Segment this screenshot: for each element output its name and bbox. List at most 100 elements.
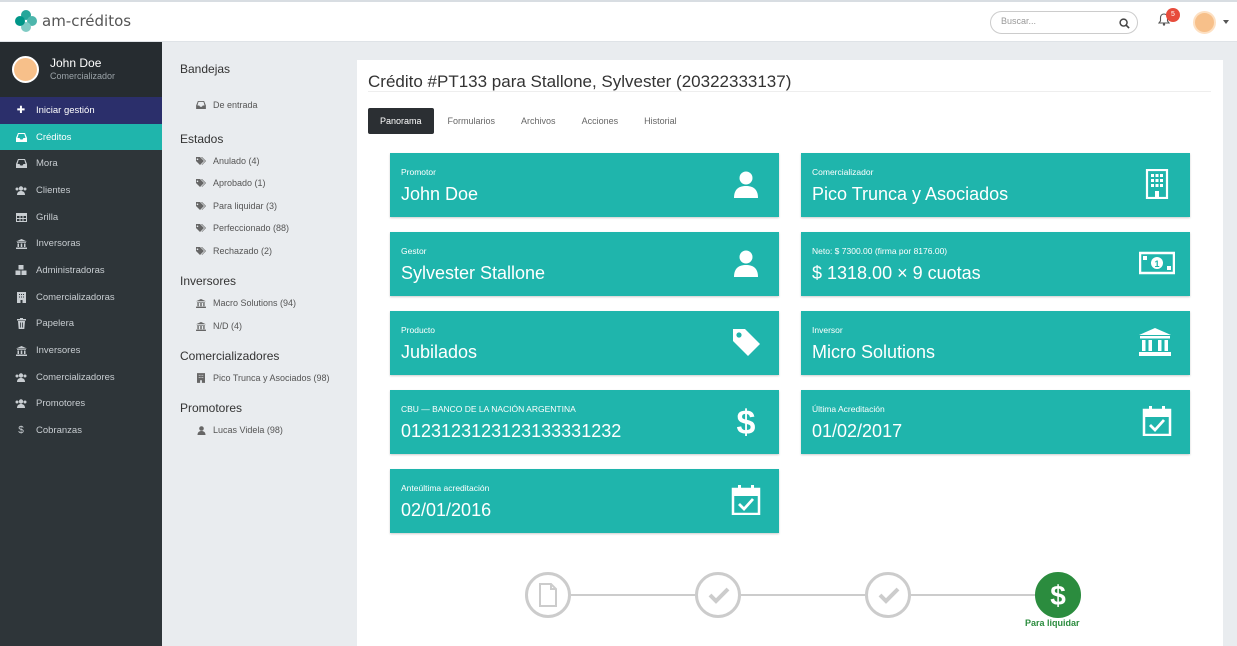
bank-icon (1139, 328, 1171, 356)
tab-archivos[interactable]: Archivos (509, 108, 568, 134)
tab-panorama[interactable]: Panorama (368, 108, 434, 134)
filter-item-de-entrada[interactable]: De entrada (195, 100, 258, 110)
progress-connector (911, 594, 1035, 596)
tile-value: John Doe (401, 184, 479, 204)
step-check[interactable] (865, 572, 911, 618)
search-box (990, 11, 1138, 34)
info-tile-producto: Producto Jubilados (390, 311, 779, 375)
app-logo[interactable]: am-créditos (15, 10, 131, 32)
tags-icon (195, 223, 207, 233)
bank-icon (195, 298, 207, 308)
svg-text:1: 1 (1154, 259, 1159, 269)
tile-label: Anteúltima acreditación (401, 483, 490, 493)
sidebar-item-creditos[interactable]: Créditos (0, 123, 162, 151)
sidebar-item-label: Inversoras (36, 238, 81, 250)
sidebar-item-papelera[interactable]: Papelera (0, 311, 162, 338)
step-label: Para liquidar (1025, 618, 1080, 628)
section-title-promotores: Promotores (180, 401, 243, 415)
cubes-icon (14, 265, 28, 276)
info-tile-neto: Neto: $ 7300.00 (firma por 8176.00) $ 13… (801, 232, 1190, 296)
sidebar-item-iniciar-gestion[interactable]: ✚ Iniciar gestión (0, 97, 162, 124)
tile-label: Comercializador (812, 167, 874, 177)
search-icon[interactable] (1119, 16, 1130, 34)
sidebar-item-grilla[interactable]: Grilla (0, 204, 162, 231)
sidebar-item-label: Grilla (36, 211, 59, 223)
sidebar-item-label: Comercializadores (36, 371, 115, 383)
top-bar: am-créditos 5 (0, 0, 1237, 42)
tile-value: Micro Solutions (812, 342, 936, 362)
section-title-bandejas: Bandejas (180, 62, 231, 76)
inbox-icon (195, 101, 207, 109)
building-icon (14, 291, 28, 303)
info-tile-anteultima-acreditacion: Anteúltima acreditación 02/01/2016 (390, 469, 779, 533)
tile-value: 0123123123123133331232 (401, 421, 622, 441)
info-tile-promotor: Promotor John Doe (390, 153, 779, 217)
calendar-check-icon (731, 485, 761, 515)
info-tile-ultima-acreditacion: Última Acreditación 01/02/2017 (801, 390, 1190, 454)
sidebar-item-inversores[interactable]: Inversores (0, 337, 162, 364)
search-input[interactable] (1001, 16, 1111, 26)
sidebar-item-promotores[interactable]: Promotores (0, 391, 162, 418)
sidebar-item-cobranzas[interactable]: $ Cobranzas (0, 417, 162, 444)
filter-item-lucas-videla[interactable]: Lucas Videla (98) (195, 425, 283, 435)
filter-item-para-liquidar[interactable]: Para liquidar (3) (195, 201, 277, 211)
tags-icon (195, 156, 207, 166)
progress-steps: $ Para liquidar (525, 572, 1085, 642)
users-icon (14, 399, 28, 409)
sidebar-item-inversoras[interactable]: Inversoras (0, 230, 162, 257)
info-tile-inversor: Inversor Micro Solutions (801, 311, 1190, 375)
title-divider (368, 91, 1211, 92)
filter-item-label: De entrada (213, 100, 258, 110)
svg-text:$: $ (737, 406, 756, 436)
filter-item-label: Lucas Videla (98) (213, 425, 283, 435)
filter-item-label: Anulado (4) (213, 156, 260, 166)
tile-value: Jubilados (401, 342, 478, 362)
money-icon: 1 (1139, 251, 1175, 275)
bank-icon (14, 238, 28, 249)
filter-item-label: Macro Solutions (94) (213, 298, 297, 308)
sidebar-item-mora[interactable]: Mora (0, 150, 162, 177)
sidebar-item-label: Cobranzas (36, 425, 82, 437)
user-icon (734, 250, 758, 277)
filter-item-nd[interactable]: N/D (4) (195, 321, 242, 331)
user-menu-avatar[interactable] (1193, 11, 1216, 34)
filter-item-perfeccionado[interactable]: Perfeccionado (88) (195, 223, 289, 233)
tab-formularios[interactable]: Formularios (436, 108, 508, 134)
bank-icon (195, 321, 207, 331)
chevron-down-icon[interactable] (1223, 20, 1229, 24)
step-check[interactable] (695, 572, 741, 618)
filter-item-label: Para liquidar (3) (213, 201, 278, 211)
filter-item-aprobado[interactable]: Aprobado (1) (195, 178, 266, 188)
sidebar-item-comercializadoras[interactable]: Comercializadoras (0, 284, 162, 311)
tab-historial[interactable]: Historial (632, 108, 689, 134)
info-tile-comercializador: Comercializador Pico Trunca y Asociados (801, 153, 1190, 217)
dollar-icon: $ (1050, 580, 1066, 610)
logo-icon (15, 10, 37, 32)
calendar-check-icon (1142, 406, 1172, 436)
filter-item-rechazado[interactable]: Rechazado (2) (195, 246, 272, 256)
filter-item-macro-solutions[interactable]: Macro Solutions (94) (195, 298, 296, 308)
step-para-liquidar[interactable]: $ (1035, 572, 1081, 618)
sidebar-item-comercializadores[interactable]: Comercializadores (0, 364, 162, 391)
sidebar-item-clientes[interactable]: Clientes (0, 177, 162, 204)
filter-item-label: Perfeccionado (88) (213, 223, 290, 233)
sidebar: John Doe Comercializador ✚ Iniciar gestió… (0, 42, 162, 646)
sidebar-item-label: Clientes (36, 184, 71, 196)
table-icon (14, 212, 28, 222)
filter-item-anulado[interactable]: Anulado (4) (195, 156, 260, 166)
info-tile-gestor: Gestor Sylvester Stallone (390, 232, 779, 296)
sidebar-item-administradoras[interactable]: Administradoras (0, 257, 162, 284)
tab-acciones[interactable]: Acciones (570, 108, 631, 134)
tags-icon (195, 246, 207, 256)
tags-icon (195, 201, 207, 211)
progress-connector (571, 594, 695, 596)
tile-label: Inversor (812, 325, 843, 335)
building-icon (1145, 169, 1169, 199)
step-document[interactable] (525, 572, 571, 618)
users-icon (14, 186, 28, 195)
page-title: Crédito #PT133 para Stallone, Sylvester … (368, 72, 792, 91)
inbox-icon (14, 159, 28, 169)
inbox-icon (14, 132, 28, 142)
filter-item-pico-trunca[interactable]: Pico Trunca y Asociados (98) (195, 373, 330, 383)
filter-item-label: Pico Trunca y Asociados (98) (213, 373, 330, 383)
